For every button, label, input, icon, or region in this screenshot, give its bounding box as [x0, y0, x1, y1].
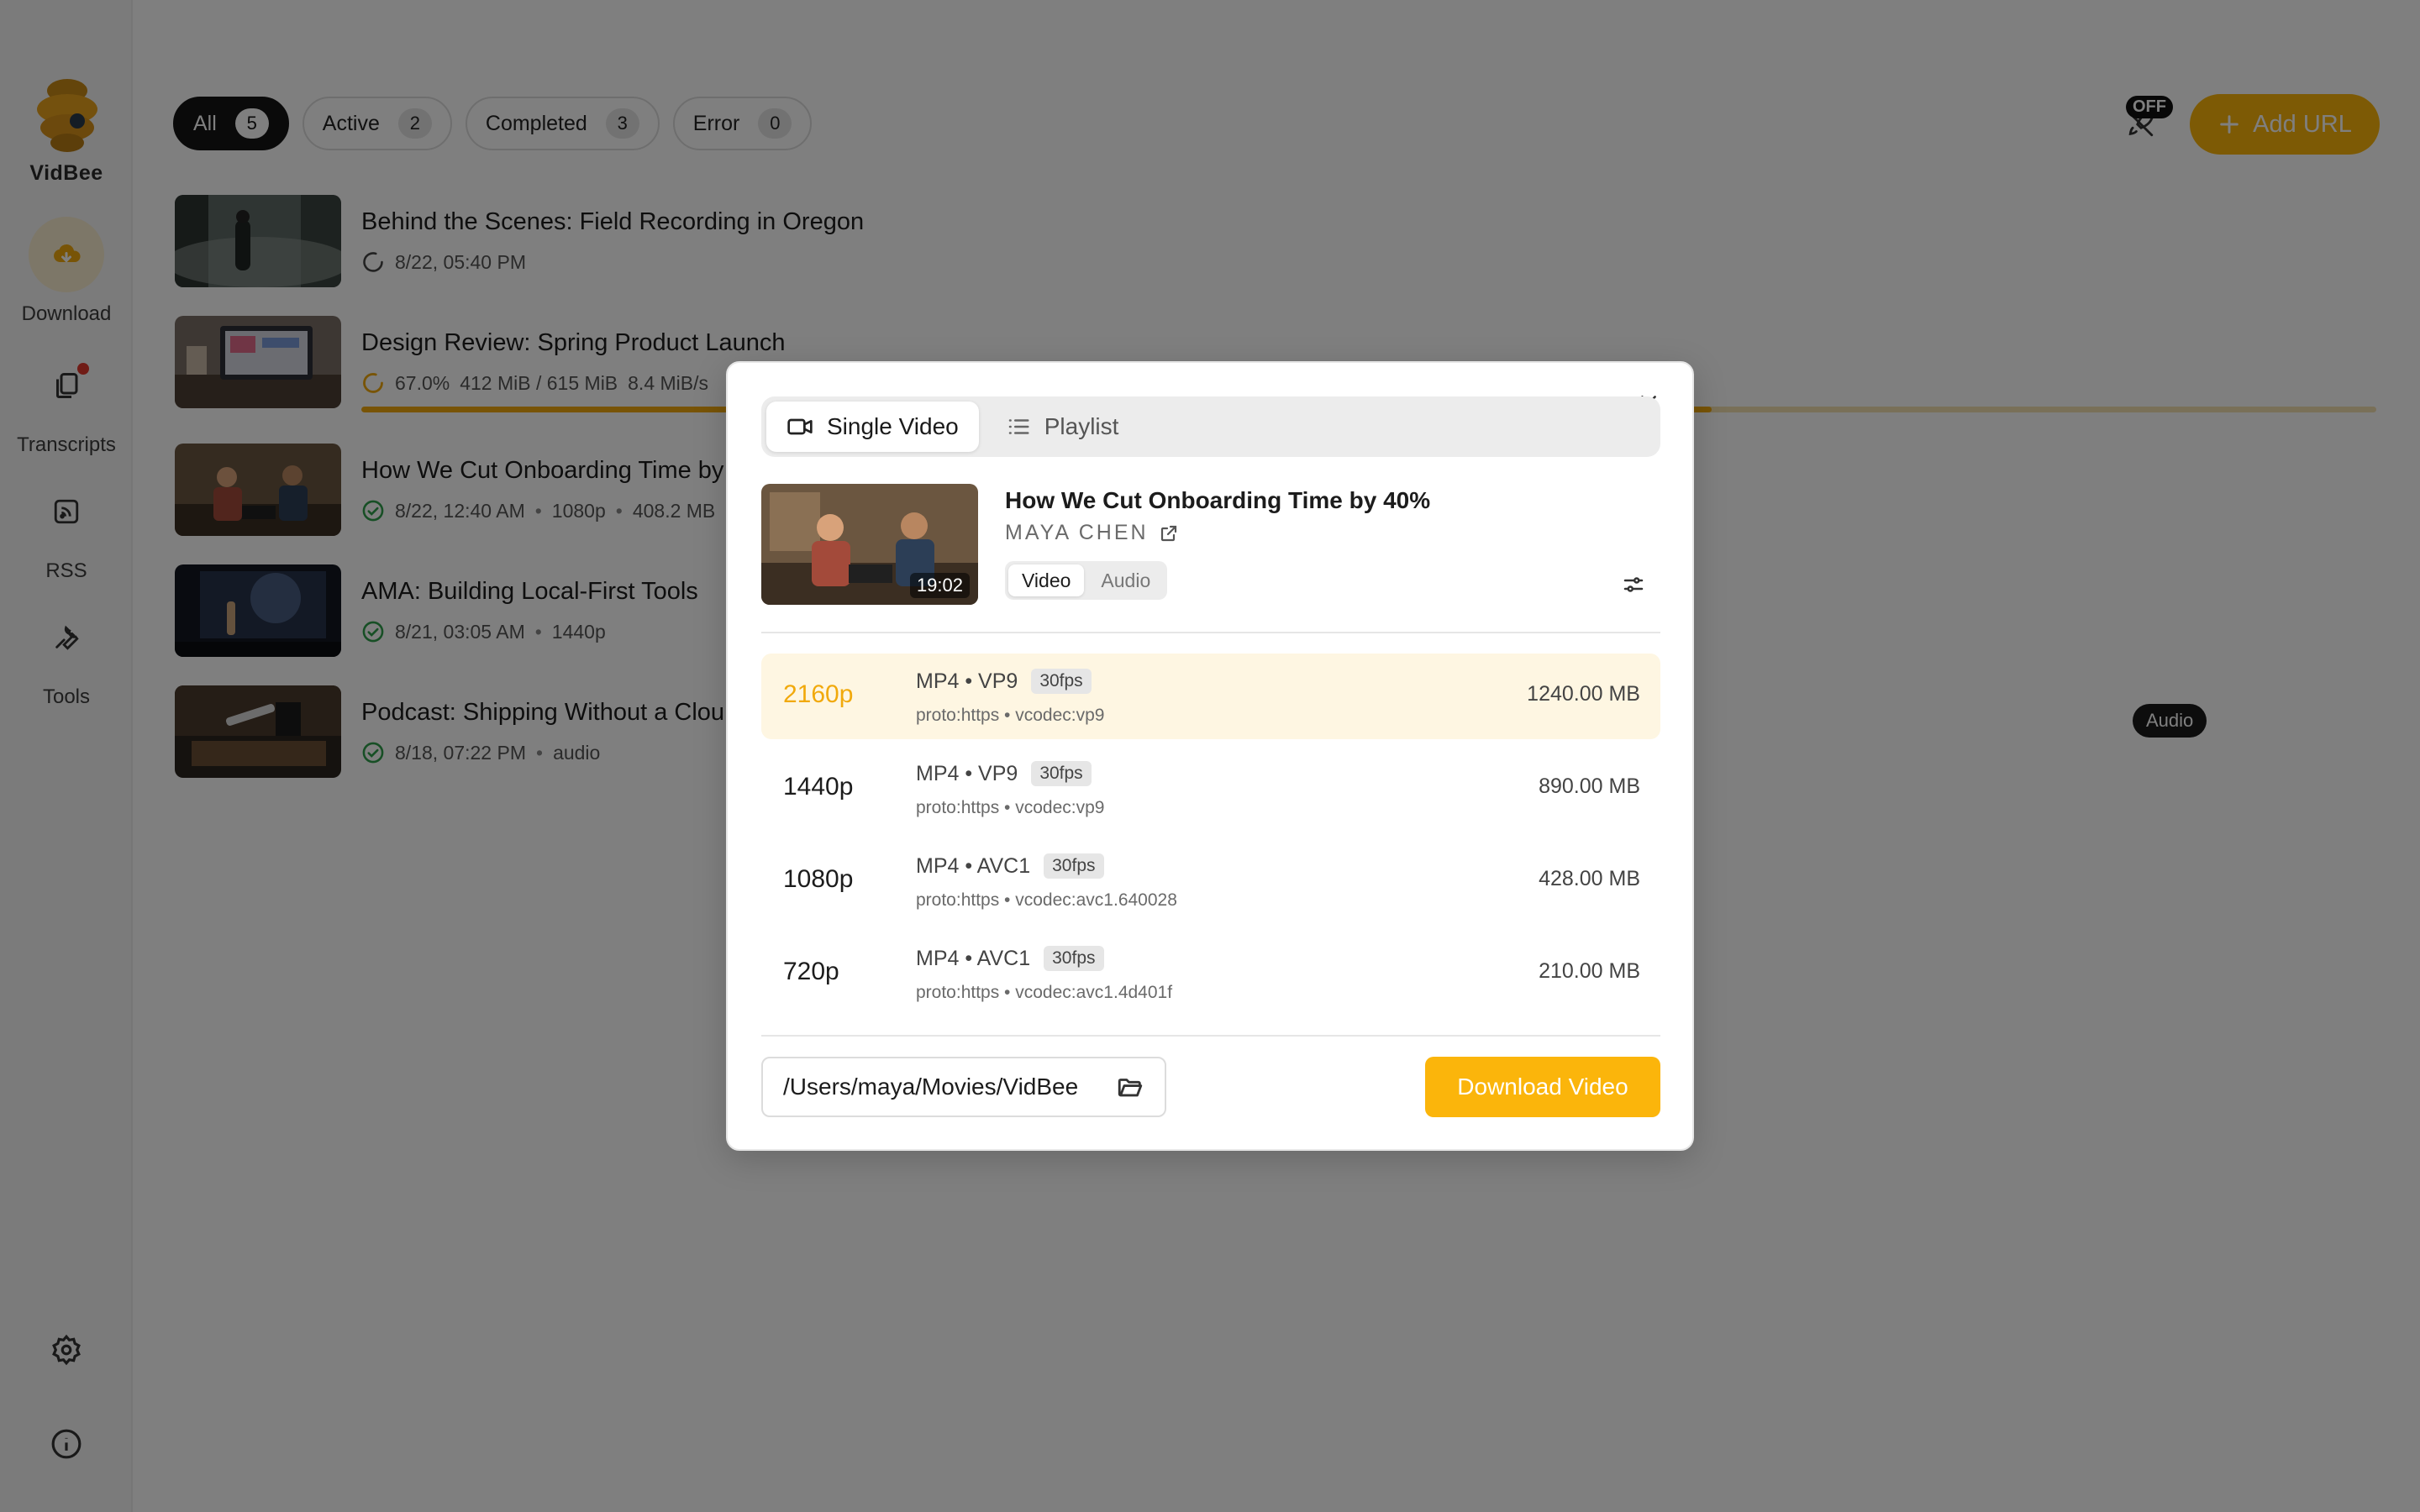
- format-detail: proto:https • vcodec:vp9: [916, 798, 1105, 817]
- format-option-2160p[interactable]: 2160p MP4 • VP9 30fps proto:https • vcod…: [761, 654, 1660, 739]
- tab-playlist[interactable]: Playlist: [986, 402, 1139, 452]
- divider: [761, 1035, 1660, 1037]
- format-resolution: 1080p: [783, 865, 854, 893]
- divider: [761, 632, 1660, 633]
- format-detail: proto:https • vcodec:vp9: [916, 706, 1105, 725]
- mode-tabs: Single Video Playlist: [761, 396, 1660, 457]
- folder-open-icon[interactable]: [1116, 1073, 1144, 1101]
- format-resolution: 720p: [783, 958, 839, 985]
- video-thumbnail: 19:02: [761, 484, 978, 605]
- format-size: 890.00 MB: [1539, 774, 1640, 798]
- tab-single-video[interactable]: Single Video: [766, 402, 979, 452]
- format-codec: MP4 • VP9 30fps: [916, 669, 1092, 694]
- format-detail: proto:https • vcodec:avc1.640028: [916, 890, 1177, 910]
- format-codec: MP4 • AVC1 30fps: [916, 853, 1104, 879]
- fps-badge: 30fps: [1031, 761, 1092, 786]
- video-duration: 19:02: [909, 573, 970, 598]
- fps-badge: 30fps: [1044, 946, 1104, 971]
- toggle-audio[interactable]: Audio: [1087, 564, 1164, 596]
- video-camera-icon: [787, 418, 813, 435]
- format-size: 210.00 MB: [1539, 959, 1640, 983]
- external-link-icon: [1160, 525, 1176, 541]
- media-type-toggle: Video Audio: [1005, 561, 1168, 600]
- codec-label: MP4 • AVC1: [916, 853, 1031, 878]
- fps-badge: 30fps: [1044, 853, 1104, 879]
- format-option-1080p[interactable]: 1080p MP4 • AVC1 30fps proto:https • vco…: [761, 838, 1660, 924]
- channel-link[interactable]: MAYA CHEN: [1005, 521, 1179, 545]
- format-option-1440p[interactable]: 1440p MP4 • VP9 30fps proto:https • vcod…: [761, 746, 1660, 832]
- sliders-icon: [1623, 577, 1644, 592]
- list-icon: [1008, 419, 1029, 434]
- codec-label: MP4 • VP9: [916, 669, 1018, 693]
- codec-label: MP4 • VP9: [916, 761, 1018, 785]
- channel-name: MAYA CHEN: [1005, 521, 1149, 544]
- tab-label: Playlist: [1044, 413, 1119, 439]
- format-codec: MP4 • VP9 30fps: [916, 761, 1092, 786]
- save-path-field[interactable]: /Users/maya/Movies/VidBee: [761, 1057, 1166, 1117]
- fps-badge: 30fps: [1031, 669, 1092, 694]
- video-info: 19:02 How We Cut Onboarding Time by 40% …: [761, 484, 1660, 605]
- format-resolution: 1440p: [783, 773, 854, 801]
- format-resolution: 2160p: [783, 680, 854, 708]
- codec-label: MP4 • AVC1: [916, 946, 1031, 970]
- format-detail: proto:https • vcodec:avc1.4d401f: [916, 983, 1173, 1002]
- format-settings-button[interactable]: [1615, 566, 1652, 603]
- format-size: 428.00 MB: [1539, 867, 1640, 890]
- format-size: 1240.00 MB: [1527, 682, 1640, 706]
- download-dialog: Single Video Playlist 19:02 How We Cut O…: [726, 361, 1694, 1151]
- format-option-720p[interactable]: 720p MP4 • AVC1 30fps proto:https • vcod…: [761, 931, 1660, 1016]
- tab-label: Single Video: [827, 413, 959, 439]
- video-title: How We Cut Onboarding Time by 40%: [1005, 487, 1431, 513]
- format-codec: MP4 • AVC1 30fps: [916, 946, 1104, 971]
- toggle-video[interactable]: Video: [1008, 564, 1085, 596]
- save-path-value: /Users/maya/Movies/VidBee: [783, 1074, 1079, 1100]
- download-video-button[interactable]: Download Video: [1425, 1057, 1660, 1117]
